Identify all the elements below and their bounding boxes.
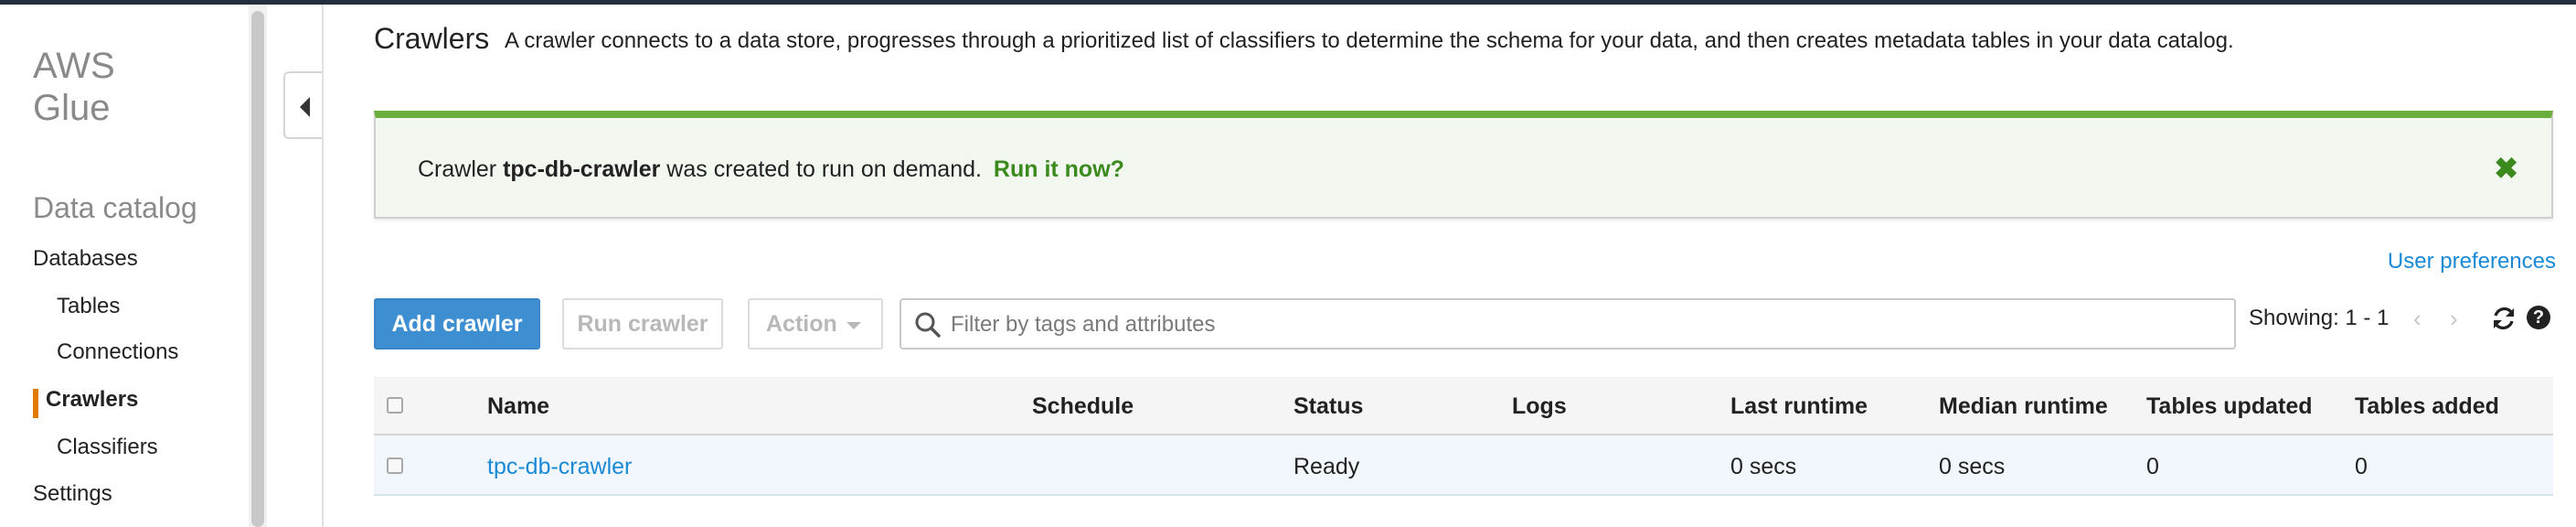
sidebar-item-connections[interactable]: Connections bbox=[57, 339, 178, 365]
action-label: Action bbox=[766, 311, 837, 337]
sidebar: AWS Glue Data catalog Databases Tables C… bbox=[0, 5, 251, 527]
success-banner: Crawler tpc-db-crawler was created to ru… bbox=[374, 111, 2553, 219]
filter-field[interactable] bbox=[899, 298, 2236, 350]
column-header-schedule[interactable]: Schedule bbox=[1032, 393, 1134, 420]
column-header-logs[interactable]: Logs bbox=[1512, 393, 1567, 420]
run-it-now-link[interactable]: Run it now? bbox=[994, 156, 1124, 182]
row-checkbox[interactable] bbox=[387, 457, 403, 474]
add-crawler-button[interactable]: Add crawler bbox=[374, 298, 540, 350]
close-x-icon[interactable]: ✖ bbox=[2494, 151, 2518, 186]
top-bar bbox=[0, 0, 2576, 5]
cell-tables-updated: 0 bbox=[2146, 454, 2159, 479]
column-header-status[interactable]: Status bbox=[1293, 393, 1363, 420]
table-row[interactable]: tpc-db-crawler Ready 0 secs 0 secs 0 0 bbox=[374, 436, 2553, 496]
refresh-icon[interactable] bbox=[2490, 305, 2517, 332]
cell-tables-added: 0 bbox=[2355, 454, 2368, 479]
table-header: Name Schedule Status Logs Last runtime M… bbox=[374, 377, 2553, 436]
chevron-down-icon bbox=[846, 322, 861, 329]
search-icon bbox=[915, 312, 941, 338]
banner-prefix: Crawler bbox=[418, 156, 497, 182]
content-divider bbox=[322, 5, 324, 527]
column-header-last-runtime[interactable]: Last runtime bbox=[1730, 393, 1868, 420]
chevron-right-icon[interactable]: › bbox=[2450, 305, 2458, 333]
brand-line-2: Glue bbox=[33, 88, 111, 128]
select-all-checkbox[interactable] bbox=[387, 397, 403, 414]
filter-input[interactable] bbox=[949, 306, 2223, 344]
column-header-median-runtime[interactable]: Median runtime bbox=[1939, 393, 2108, 420]
active-indicator bbox=[33, 389, 38, 418]
banner-crawler-name: tpc-db-crawler bbox=[503, 156, 661, 182]
collapse-sidebar-button[interactable] bbox=[283, 71, 322, 139]
sidebar-item-databases[interactable]: Databases bbox=[33, 246, 138, 272]
service-brand: AWS Glue bbox=[33, 45, 115, 129]
page-description: A crawler connects to a data store, prog… bbox=[505, 28, 2234, 53]
sidebar-item-settings[interactable]: Settings bbox=[33, 481, 112, 507]
chevron-left-icon[interactable]: ‹ bbox=[2413, 305, 2422, 333]
cell-median-runtime: 0 secs bbox=[1939, 454, 2006, 479]
cell-last-runtime: 0 secs bbox=[1730, 454, 1797, 479]
sidebar-section-data-catalog: Data catalog bbox=[33, 191, 197, 224]
column-header-tables-updated[interactable]: Tables updated bbox=[2146, 393, 2313, 420]
crawler-name-link[interactable]: tpc-db-crawler bbox=[487, 454, 632, 480]
action-dropdown[interactable]: Action bbox=[748, 298, 883, 350]
brand-line-1: AWS bbox=[33, 46, 115, 86]
pagination-showing: Showing: 1 - 1 bbox=[2249, 306, 2390, 330]
sidebar-scrollbar-thumb[interactable] bbox=[251, 11, 264, 527]
column-header-tables-added[interactable]: Tables added bbox=[2355, 393, 2499, 420]
cell-status: Ready bbox=[1293, 454, 1360, 479]
page-title: Crawlers bbox=[374, 22, 490, 55]
sidebar-item-tables[interactable]: Tables bbox=[57, 294, 120, 319]
banner-text: was created to run on demand. bbox=[666, 156, 982, 182]
column-header-name[interactable]: Name bbox=[487, 393, 549, 420]
user-preferences-link[interactable]: User preferences bbox=[2388, 249, 2556, 274]
sidebar-item-classifiers[interactable]: Classifiers bbox=[57, 435, 158, 460]
banner-message: Crawler tpc-db-crawler was created to ru… bbox=[418, 156, 1124, 183]
sidebar-item-crawlers[interactable]: Crawlers bbox=[46, 387, 138, 413]
help-icon[interactable]: ? bbox=[2527, 306, 2550, 329]
run-crawler-button[interactable]: Run crawler bbox=[562, 298, 723, 350]
caret-left-icon bbox=[300, 97, 310, 117]
